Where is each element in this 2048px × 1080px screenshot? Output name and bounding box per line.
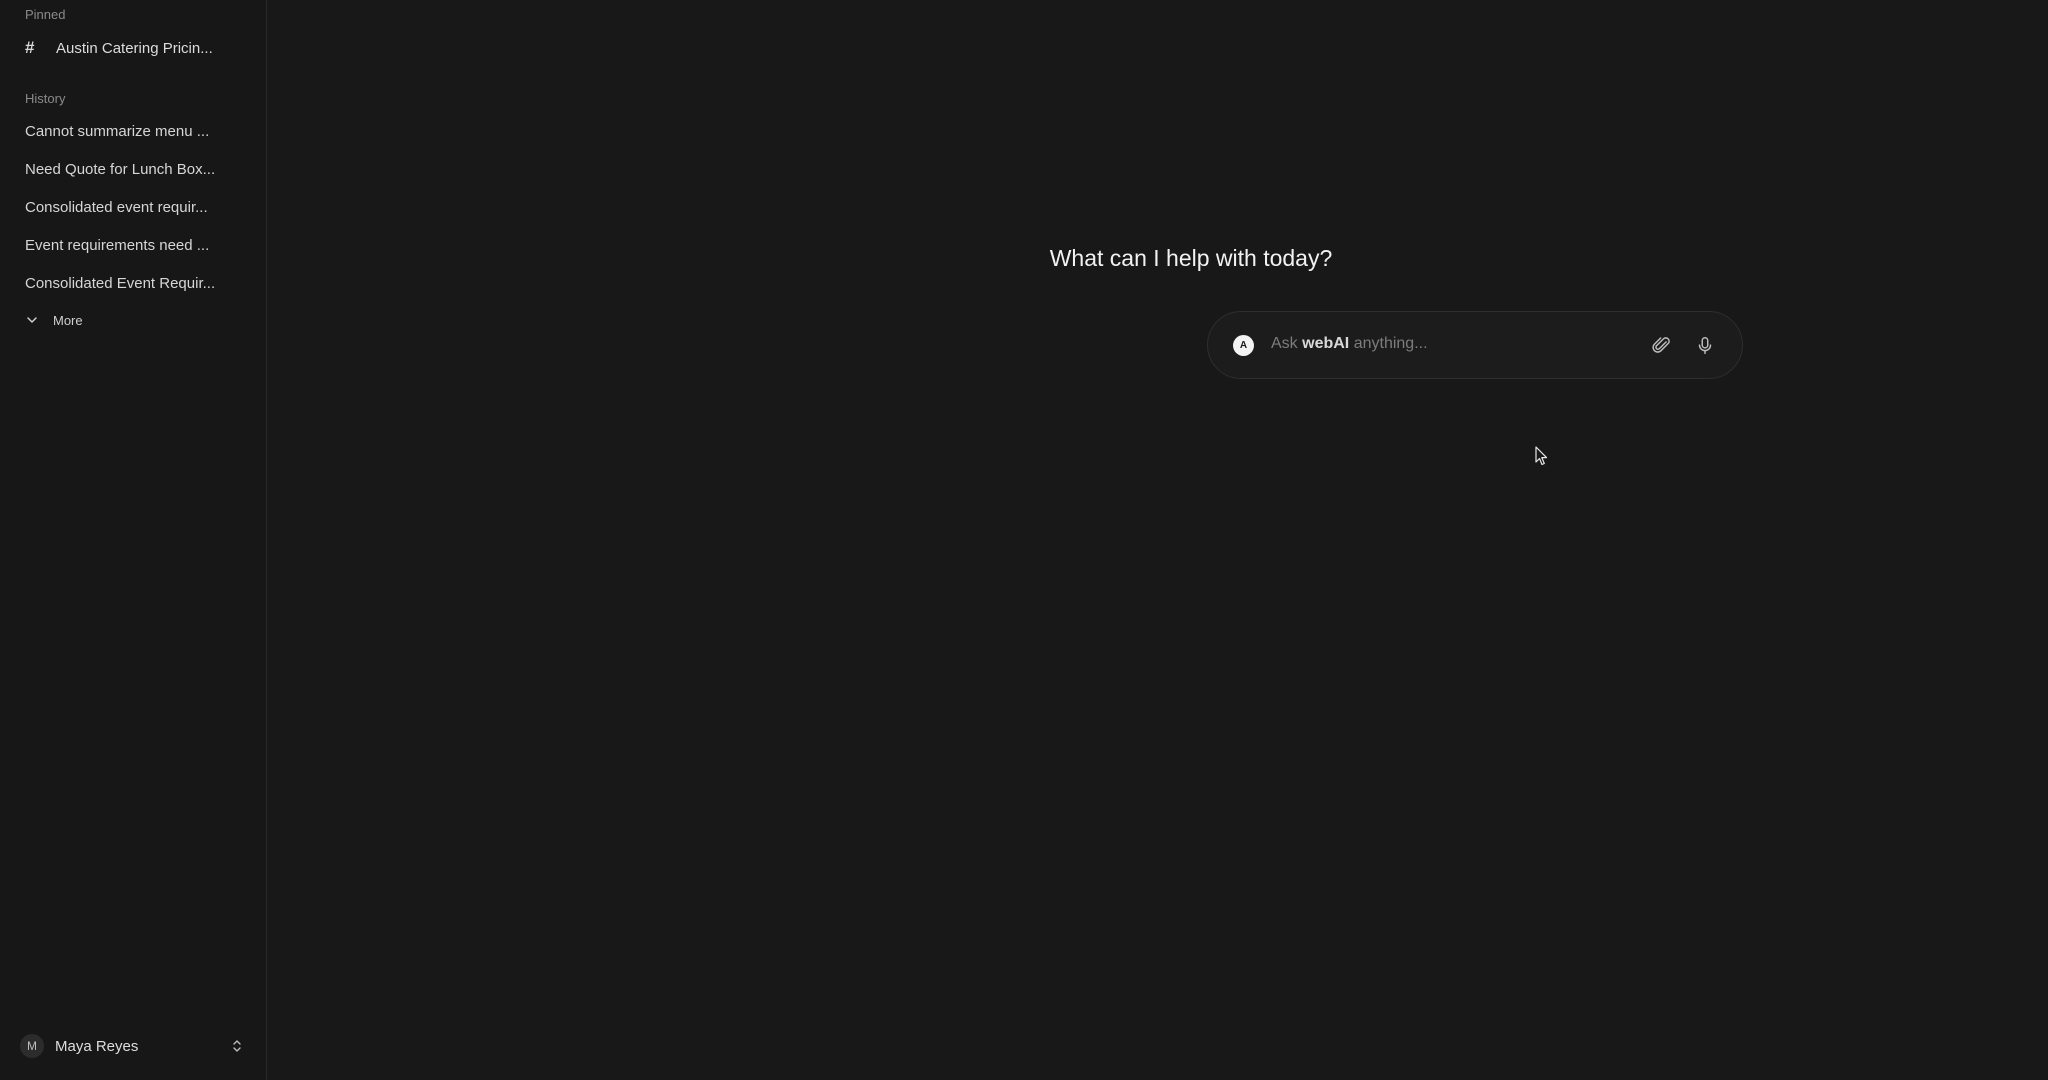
placeholder-brand: webAI [1302,335,1350,352]
model-avatar[interactable]: A [1233,335,1254,356]
pinned-item-label: Austin Catering Pricin... [56,39,213,57]
history-item[interactable]: Consolidated Event Requir... [0,269,267,307]
history-item[interactable]: Cannot summarize menu ... [0,117,267,155]
user-name: Maya Reyes [55,1037,139,1055]
page-title: What can I help with today? [1049,245,1333,271]
sidebar: Pinned # Austin Catering Pricin... Histo… [0,0,267,1080]
history-item[interactable]: Consolidated event requir... [0,193,267,231]
history-item[interactable]: Event requirements need ... [0,231,267,269]
history-list: Cannot summarize menu ... Need Quote for… [0,117,267,307]
paperclip-icon[interactable] [1651,335,1673,357]
microphone-icon[interactable] [1694,335,1716,357]
chat-input[interactable]: Ask webAI anything... [1271,335,1428,353]
placeholder-suffix: anything... [1353,335,1428,352]
chevron-up-down-icon[interactable] [229,1038,245,1054]
pinned-item-austin-catering[interactable]: # Austin Catering Pricin... [18,34,258,62]
user-menu[interactable]: M Maya Reyes [20,1034,245,1058]
more-button[interactable]: More [25,309,83,331]
main-panel: What can I help with today? A Ask webAI … [267,0,2048,1080]
app-window: Pinned # Austin Catering Pricin... Histo… [0,0,2048,1080]
hash-icon: # [25,38,35,57]
chat-composer[interactable]: A Ask webAI anything... [1207,311,1743,379]
avatar: M [20,1034,44,1058]
history-item[interactable]: Need Quote for Lunch Box... [0,155,267,193]
placeholder-prefix: Ask [1271,335,1298,352]
mouse-pointer-icon [1535,446,1548,466]
history-section-label: History [25,91,66,106]
pinned-section-label: Pinned [25,7,66,22]
more-label: More [53,312,83,328]
chevron-down-icon [27,317,37,323]
